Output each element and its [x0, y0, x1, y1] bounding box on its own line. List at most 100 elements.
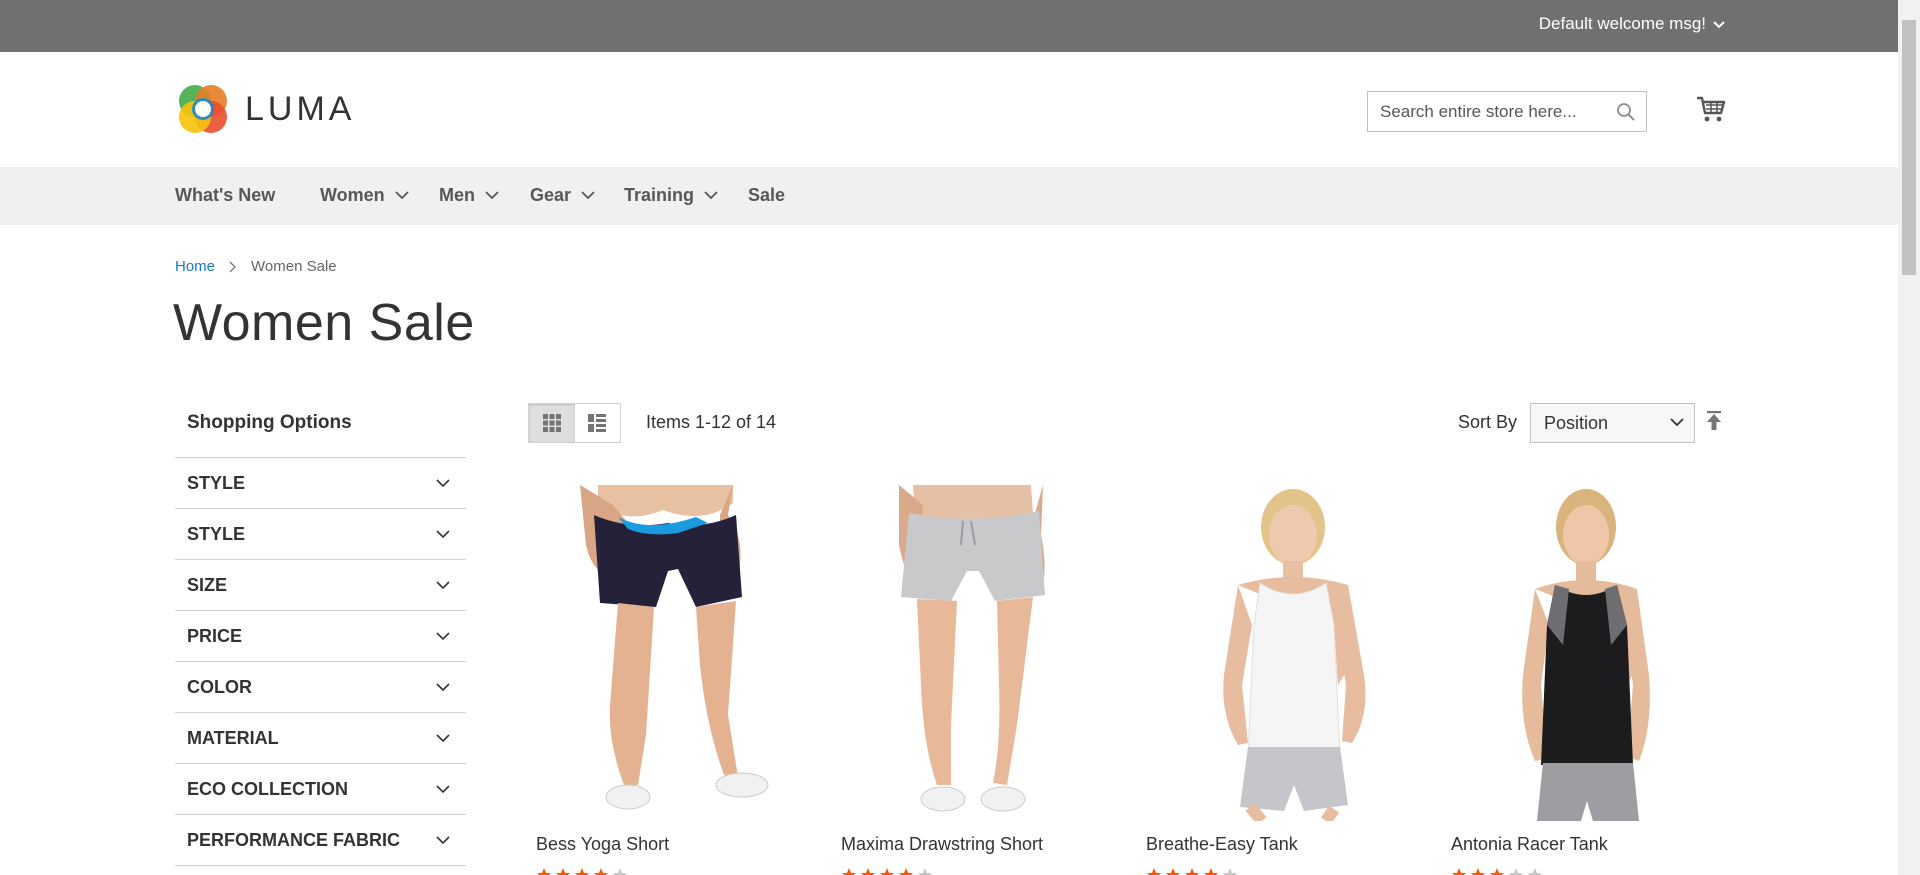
- product-name-link[interactable]: Maxima Drawstring Short: [841, 834, 1043, 855]
- rating-stars: [1146, 867, 1238, 875]
- filter-label: STYLE: [187, 472, 246, 493]
- filter-label: ECO COLLECTION: [187, 778, 348, 799]
- filter-label: PERFORMANCE FABRIC: [187, 829, 401, 850]
- star-filled-icon: [880, 868, 894, 875]
- filter-size[interactable]: SIZE: [175, 560, 466, 611]
- filter-color[interactable]: COLOR: [175, 662, 466, 713]
- chevron-down-icon: [704, 191, 718, 200]
- page-title: Women Sale: [173, 294, 475, 352]
- sort-by-label: Sort By: [1458, 412, 1518, 432]
- welcome-message[interactable]: Default welcome msg!: [1539, 14, 1726, 34]
- product-name-link[interactable]: Breathe-Easy Tank: [1146, 834, 1298, 855]
- shopping-options-title: Shopping Options: [175, 406, 466, 458]
- star-filled-icon: [1204, 868, 1218, 875]
- sort-value: Position: [1544, 412, 1609, 433]
- sort-direction-arrow-icon[interactable]: [1705, 410, 1723, 432]
- list-icon: [588, 414, 607, 432]
- filter-eco-collection[interactable]: ECO COLLECTION: [175, 764, 466, 815]
- chevron-down-icon: [436, 478, 450, 487]
- main-nav: What's New Women Men Gear Training Sale: [0, 167, 1898, 225]
- filter-material[interactable]: MATERIAL: [175, 713, 466, 764]
- filter-style[interactable]: STYLE: [175, 458, 466, 509]
- search-icon[interactable]: [1616, 102, 1636, 122]
- star-filled-icon: [842, 868, 856, 875]
- star-filled-icon: [1147, 868, 1161, 875]
- chevron-down-icon: [436, 733, 450, 742]
- chevron-down-icon: [436, 784, 450, 793]
- chevron-down-icon: [1670, 418, 1684, 427]
- product-image[interactable]: [833, 485, 1118, 821]
- nav-label: Men: [439, 185, 475, 205]
- nav-item-men[interactable]: Men: [439, 185, 499, 206]
- welcome-text: Default welcome msg!: [1538, 14, 1706, 33]
- racer-tank-image: [1522, 489, 1650, 821]
- product-item: Maxima Drawstring Short: [833, 485, 1118, 875]
- logo-text: LUMA: [245, 89, 356, 128]
- star-filled-icon: [1452, 868, 1466, 875]
- chevron-right-icon: [229, 261, 236, 272]
- search-input[interactable]: [1368, 92, 1608, 131]
- rating-stars: [1451, 867, 1543, 875]
- filter-performance-fabric[interactable]: PERFORMANCE FABRIC: [175, 815, 466, 866]
- nav-item-whats-new[interactable]: What's New: [175, 185, 275, 206]
- star-filled-icon: [1185, 868, 1199, 875]
- grid-view-button[interactable]: [529, 404, 575, 442]
- store-logo[interactable]: LUMA: [175, 81, 355, 137]
- sort-by-select[interactable]: Position: [1530, 403, 1695, 443]
- nav-label: Training: [624, 185, 695, 205]
- yoga-short-image: [580, 485, 769, 810]
- nav-label: Women: [320, 185, 385, 205]
- product-name-link[interactable]: Antonia Racer Tank: [1451, 834, 1608, 855]
- filter-label: PRICE: [187, 625, 243, 646]
- star-filled-icon: [537, 868, 551, 875]
- chevron-down-icon: [436, 529, 450, 538]
- filter-label: COLOR: [187, 676, 252, 697]
- nav-label: What's New: [175, 185, 276, 205]
- view-mode-switcher: [528, 403, 621, 443]
- star-empty-icon: [1223, 868, 1237, 875]
- white-tank-image: [1223, 489, 1366, 821]
- star-filled-icon: [556, 868, 570, 875]
- rating-stars: [841, 867, 933, 875]
- chevron-down-icon: [581, 191, 595, 200]
- star-filled-icon: [1166, 868, 1180, 875]
- chevron-down-icon: [436, 682, 450, 691]
- nav-item-sale[interactable]: Sale: [748, 185, 785, 206]
- star-filled-icon: [1490, 868, 1504, 875]
- star-filled-icon: [899, 868, 913, 875]
- product-item: Bess Yoga Short: [528, 485, 813, 875]
- scrollbar-thumb[interactable]: [1902, 20, 1916, 275]
- star-empty-icon: [1509, 868, 1523, 875]
- product-image[interactable]: [1443, 485, 1728, 821]
- filter-sidebar: Shopping Options STYLE STYLE SIZE PRICE …: [175, 406, 466, 866]
- star-filled-icon: [1471, 868, 1485, 875]
- star-filled-icon: [575, 868, 589, 875]
- star-filled-icon: [861, 868, 875, 875]
- nav-item-training[interactable]: Training: [624, 185, 718, 206]
- breadcrumb: Home Women Sale: [175, 258, 337, 275]
- nav-item-gear[interactable]: Gear: [530, 185, 595, 206]
- nav-item-women[interactable]: Women: [320, 185, 409, 206]
- star-filled-icon: [594, 868, 608, 875]
- page-scrollbar[interactable]: [1898, 0, 1920, 875]
- product-item: Breathe-Easy Tank: [1138, 485, 1423, 875]
- filter-style-2[interactable]: STYLE: [175, 509, 466, 560]
- star-empty-icon: [613, 868, 627, 875]
- luma-logo-icon: [179, 85, 227, 133]
- breadcrumb-home-link[interactable]: Home: [175, 258, 215, 275]
- filter-label: MATERIAL: [187, 727, 279, 748]
- cart-icon[interactable]: [1696, 94, 1726, 124]
- chevron-down-icon: [485, 191, 499, 200]
- rating-stars: [536, 867, 628, 875]
- chevron-down-icon: [436, 580, 450, 589]
- product-name-link[interactable]: Bess Yoga Short: [536, 834, 669, 855]
- nav-label: Sale: [748, 185, 786, 205]
- list-view-button[interactable]: [575, 404, 621, 442]
- filter-price[interactable]: PRICE: [175, 611, 466, 662]
- chevron-down-icon: [1713, 21, 1725, 29]
- product-image[interactable]: [1138, 485, 1423, 821]
- product-item: Antonia Racer Tank: [1443, 485, 1728, 875]
- search-box: [1367, 91, 1647, 132]
- toolbar-amount: Items 1-12 of 14: [646, 412, 777, 432]
- product-image[interactable]: [528, 485, 813, 821]
